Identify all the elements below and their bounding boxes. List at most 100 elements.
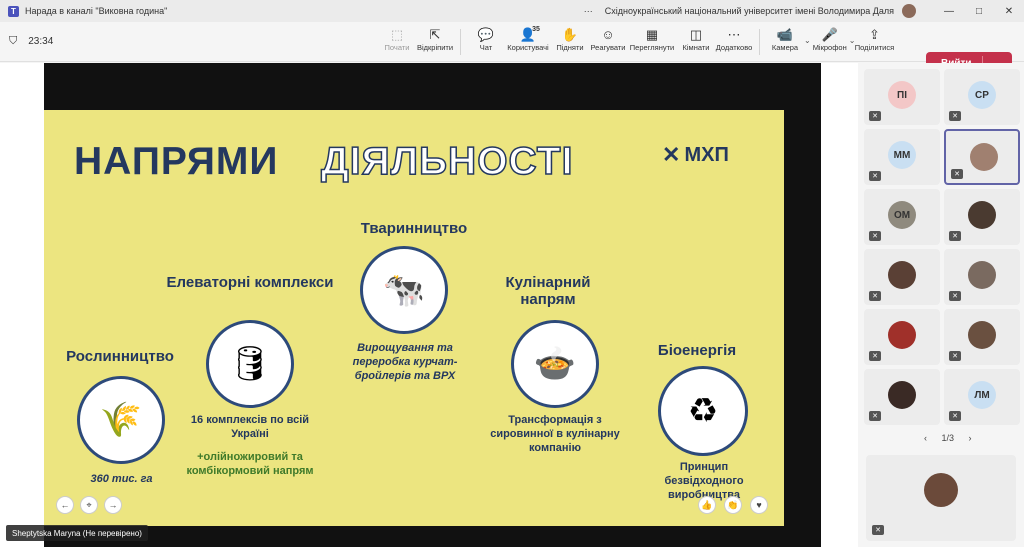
participant-tile[interactable]: ОМ ✕ — [864, 189, 940, 245]
more-options-icon[interactable]: ⋯ — [584, 6, 593, 17]
toolbar-mic-button[interactable]: 🎤 Мікрофон — [811, 22, 849, 62]
view-label: Переглянути — [629, 43, 675, 52]
mic-muted-icon: ✕ — [949, 411, 961, 421]
presentation-slide: НАПРЯМИ ДІЯЛЬНОСТІ ✕ МХП Тваринництво 🐄 … — [44, 110, 784, 526]
toolbar-share-button[interactable]: ⇪ Поділитися — [854, 22, 895, 62]
share-label: Поділитися — [854, 43, 895, 52]
clap-reaction-icon[interactable]: 👏 — [724, 496, 742, 514]
chat-label: Чат — [479, 43, 493, 52]
mic-muted-icon: ✕ — [951, 169, 963, 179]
toolbar-start-button[interactable]: ⬚ Почати — [378, 22, 416, 62]
elevators-note-extra: +олійножировий та комбікормовий напрям — [186, 451, 314, 477]
wheat-icon: 🌾 — [77, 376, 165, 464]
meeting-timer: ⛉ 23:34 — [9, 35, 53, 48]
chevron-left-icon[interactable]: ‹ — [924, 433, 927, 443]
avatar: ПІ — [888, 81, 916, 109]
rooms-icon: ◫ — [689, 27, 703, 42]
pager-value: 1/3 — [941, 433, 955, 443]
chevron-right-icon[interactable]: › — [969, 433, 972, 443]
participant-tile[interactable]: ✕ — [864, 249, 940, 305]
mic-muted-icon: ✕ — [869, 291, 881, 301]
meeting-toolbar: ⛉ 23:34 ⬚ Почати ⇱ Відкріпити 💬 Чат 👤 35 Користу… — [0, 22, 1024, 74]
more-icon: ⋯ — [727, 27, 741, 42]
elevators-note: 16 комплексів по всій Україні — [190, 414, 310, 440]
company-logo: ✕ МХП — [662, 142, 729, 168]
mic-muted-icon: ✕ — [949, 351, 961, 361]
participant-tile[interactable]: ЛМ ✕ — [944, 369, 1020, 425]
avatar — [968, 201, 996, 229]
heart-reaction-icon[interactable]: ♥ — [750, 496, 768, 514]
avatar: ММ — [888, 141, 916, 169]
participant-tile[interactable]: ✕ — [944, 309, 1020, 365]
avatar — [968, 321, 996, 349]
next-slide-icon[interactable]: → — [104, 496, 122, 514]
raise-hand-label: Підняти — [556, 43, 584, 52]
participant-tile[interactable]: ✕ — [944, 189, 1020, 245]
more-label: Додатково — [715, 43, 753, 52]
slide-title-part2: ДІЯЛЬНОСТІ — [320, 139, 574, 184]
windmill-icon: ✕ — [662, 142, 681, 167]
mic-icon: 🎤 — [821, 27, 838, 42]
section-title-livestock: Тваринництво — [360, 220, 468, 237]
toolbar-raise-hand-button[interactable]: ✋ Підняти — [551, 22, 589, 62]
mic-muted-icon: ✕ — [869, 411, 881, 421]
raise-hand-icon: ✋ — [561, 27, 579, 42]
close-button[interactable]: ✕ — [994, 6, 1024, 17]
people-label: Користувачі — [507, 43, 549, 52]
toolbar-view-button[interactable]: ▦ Переглянути — [627, 22, 677, 62]
avatar: СР — [968, 81, 996, 109]
participant-tile[interactable]: ✕ — [864, 309, 940, 365]
mic-muted-icon: ✕ — [869, 171, 881, 181]
self-video-tile[interactable]: ✕ — [866, 455, 1016, 541]
crops-note: 360 тис. га — [90, 473, 153, 485]
camera-label: Камера — [771, 43, 799, 52]
camera-icon: 📹 — [776, 27, 794, 42]
window-title: Нарада в каналі "Виковна година" — [25, 6, 168, 16]
pointer-icon[interactable]: ⌖ — [80, 496, 98, 514]
recycle-icon: ♻ — [658, 366, 748, 456]
section-title-crops: Рослинництво — [66, 348, 174, 365]
pot-icon: 🍲 — [511, 320, 599, 408]
toolbar-divider — [460, 29, 461, 55]
mic-muted-icon: ✕ — [869, 231, 881, 241]
maximize-button[interactable]: □ — [964, 6, 994, 17]
like-reaction-icon[interactable]: 👍 — [698, 496, 716, 514]
mic-label: Мікрофон — [812, 43, 847, 52]
title-bar: T Нарада в каналі "Виковна година" ⋯ Схі… — [0, 0, 1024, 22]
mic-muted-icon: ✕ — [949, 111, 961, 121]
avatar — [924, 473, 958, 507]
mic-muted-icon: ✕ — [872, 525, 884, 535]
avatar — [888, 381, 916, 409]
minimize-button[interactable]: — — [934, 6, 964, 17]
toolbar-camera-button[interactable]: 📹 Камера — [766, 22, 804, 62]
start-icon: ⬚ — [390, 27, 404, 42]
avatar — [888, 261, 916, 289]
avatar — [888, 321, 916, 349]
participant-tile[interactable]: ММ ✕ — [864, 129, 940, 185]
livestock-icon: 🐄 — [360, 246, 448, 334]
participant-tile[interactable]: ✕ — [864, 369, 940, 425]
toolbar-unpin-button[interactable]: ⇱ Відкріпити — [416, 22, 454, 62]
chevron-down-icon[interactable]: ⌄ — [804, 36, 811, 45]
participant-tile[interactable]: СР ✕ — [944, 69, 1020, 125]
mic-muted-icon: ✕ — [949, 231, 961, 241]
profile-avatar[interactable] — [902, 4, 916, 18]
mic-muted-icon: ✕ — [869, 351, 881, 361]
participant-tile[interactable]: ✕ — [944, 129, 1020, 185]
organization-name: Східноукраїнський національний університ… — [604, 6, 894, 16]
participant-tile[interactable]: ПІ ✕ — [864, 69, 940, 125]
mic-muted-icon: ✕ — [869, 111, 881, 121]
toolbar-rooms-button[interactable]: ◫ Кімнати — [677, 22, 715, 62]
unpin-label: Відкріпити — [416, 43, 454, 52]
view-icon: ▦ — [645, 27, 659, 42]
toolbar-more-button[interactable]: ⋯ Додатково — [715, 22, 753, 62]
react-icon: ☺ — [601, 27, 615, 42]
participant-tile[interactable]: ✕ — [944, 249, 1020, 305]
start-label: Почати — [384, 43, 410, 52]
prev-slide-icon[interactable]: ← — [56, 496, 74, 514]
livestock-note: Вирощування та переробка курчат-бройлері… — [352, 342, 458, 382]
mic-muted-icon: ✕ — [949, 291, 961, 301]
toolbar-people-button[interactable]: 👤 35 Користувачі — [505, 22, 551, 62]
toolbar-chat-button[interactable]: 💬 Чат — [467, 22, 505, 62]
toolbar-react-button[interactable]: ☺ Реагувати — [589, 22, 627, 62]
